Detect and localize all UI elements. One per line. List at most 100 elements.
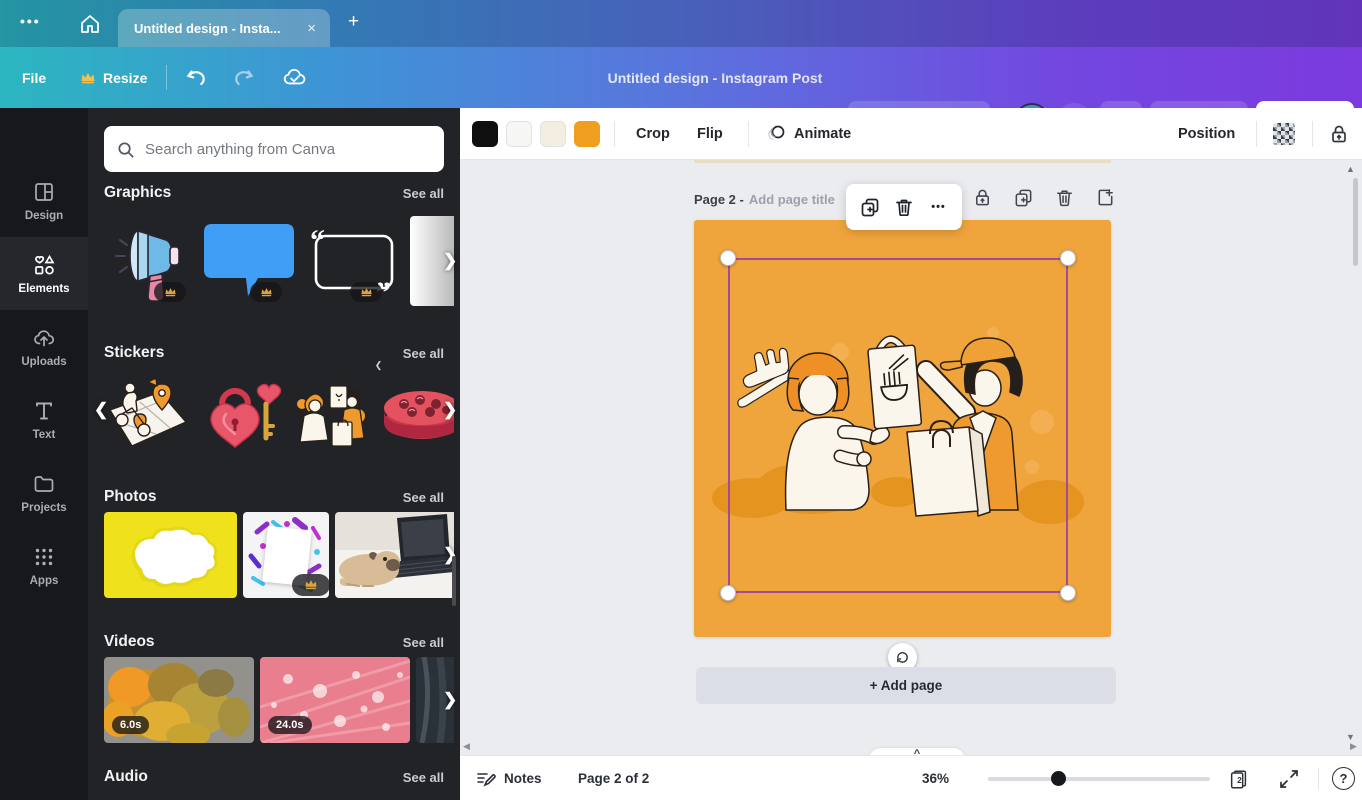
panel-collapse-handle[interactable]: ❮: [372, 336, 385, 394]
redo-icon[interactable]: [230, 65, 256, 91]
photo-torn-yellow-paper[interactable]: [104, 512, 237, 598]
graphic-speech-bubble[interactable]: [200, 216, 298, 306]
fullscreen-button[interactable]: [1278, 756, 1300, 800]
vscroll-thumb[interactable]: [1353, 178, 1358, 266]
section-title: Audio: [104, 768, 148, 785]
sidebar-label: Apps: [29, 574, 59, 587]
undo-icon[interactable]: [184, 65, 210, 91]
transparency-icon[interactable]: [1273, 123, 1295, 145]
pro-crown-badge: [250, 282, 282, 302]
vscroll-up-icon[interactable]: ▲: [1346, 164, 1355, 174]
sidebar-item-uploads[interactable]: Uploads: [0, 310, 88, 383]
flip-button[interactable]: Flip: [697, 108, 723, 160]
document-title[interactable]: Untitled design - Instagram Post: [520, 47, 910, 108]
selection-handle-nw[interactable]: [720, 250, 736, 266]
page-indicator: Page 2 of 2: [578, 771, 650, 786]
close-tab-icon[interactable]: ×: [305, 20, 318, 37]
grid-view-button[interactable]: 2: [1228, 756, 1250, 800]
notes-icon: [477, 772, 496, 787]
projects-icon: [34, 475, 54, 492]
videos-see-all[interactable]: See all: [403, 635, 444, 650]
videos-section-header: Videos See all: [104, 633, 444, 651]
add-page-icon[interactable]: [1095, 187, 1116, 208]
divider: [166, 65, 167, 90]
crop-button[interactable]: Crop: [636, 108, 670, 160]
photos-see-all[interactable]: See all: [403, 490, 444, 505]
divider: [1256, 121, 1257, 147]
notes-label: Notes: [504, 771, 542, 786]
lock-page-icon[interactable]: [972, 187, 993, 208]
file-menu[interactable]: File: [22, 47, 46, 108]
position-button[interactable]: Position: [1178, 108, 1235, 160]
more-menu-icon[interactable]: •••: [20, 13, 41, 29]
panel-scrollbar[interactable]: [452, 556, 456, 606]
browser-tab-strip: ••• Untitled design - Insta... × +: [0, 0, 1362, 47]
animate-button[interactable]: Animate: [766, 108, 851, 160]
notes-button[interactable]: Notes: [474, 756, 542, 800]
sidebar-item-apps[interactable]: Apps: [0, 529, 88, 602]
sidebar-label: Text: [32, 428, 56, 441]
document-tab[interactable]: Untitled design - Insta... ×: [118, 9, 330, 47]
divider: [1318, 768, 1319, 790]
sidebar-item-elements[interactable]: Elements: [0, 237, 88, 310]
sticker-heart-lock[interactable]: [196, 364, 284, 456]
stickers-scroll-left-icon[interactable]: ❮: [94, 400, 108, 420]
more-options-icon[interactable]: •••: [928, 196, 950, 218]
sidebar-label: Projects: [21, 501, 67, 514]
color-swatch-white[interactable]: [506, 121, 532, 147]
canvas-area[interactable]: Page 2 - Add page title ••• + Add page ◀…: [460, 160, 1362, 766]
audio-see-all[interactable]: See all: [403, 770, 444, 785]
menu-bar: File Resize Untitled design - Instagram …: [0, 47, 1362, 141]
search-input[interactable]: [145, 140, 432, 158]
videos-scroll-right-icon[interactable]: ❯: [443, 690, 457, 710]
color-swatch-cream[interactable]: [540, 121, 566, 147]
selection-handle-ne[interactable]: [1060, 250, 1076, 266]
help-button[interactable]: ?: [1332, 767, 1355, 790]
sidebar-item-projects[interactable]: Projects: [0, 456, 88, 529]
zoom-slider-thumb[interactable]: [1051, 771, 1066, 786]
sticker-scooter-map[interactable]: [104, 364, 192, 456]
page-actions: [972, 187, 1116, 208]
animate-icon: [768, 125, 785, 141]
color-swatch-black[interactable]: [472, 121, 498, 147]
zoom-slider[interactable]: [988, 777, 1210, 781]
hscroll-right-icon[interactable]: ▶: [1350, 741, 1357, 752]
crown-icon: [81, 72, 95, 83]
design-page[interactable]: [694, 220, 1111, 637]
add-page-button[interactable]: + Add page: [696, 667, 1116, 704]
selection-handle-se[interactable]: [1060, 585, 1076, 601]
svg-text:“: “: [310, 224, 325, 257]
new-tab-icon[interactable]: +: [348, 11, 359, 33]
stickers-section-header: Stickers See all: [104, 344, 444, 362]
duplicate-icon[interactable]: [859, 196, 881, 218]
status-bar: Notes Page 2 of 2 36% 2 ?: [460, 755, 1362, 800]
search-icon: [118, 141, 134, 157]
selection-handle-sw[interactable]: [720, 585, 736, 601]
sidebar-corner: [0, 108, 88, 160]
graphics-scroll-right-icon[interactable]: ❯: [443, 251, 457, 271]
vscroll-down-icon[interactable]: ▼: [1346, 732, 1355, 742]
page-number-label: Page 2 -: [694, 191, 744, 207]
color-swatch-orange[interactable]: [574, 121, 600, 147]
duplicate-page-icon[interactable]: [1013, 187, 1034, 208]
sidebar: Design Elements Uploads Text Projects Ap…: [0, 160, 88, 800]
delete-page-icon[interactable]: [1054, 187, 1075, 208]
stickers-scroll-right-icon[interactable]: ❯: [443, 400, 457, 420]
page1-bottom-edge: [694, 160, 1111, 163]
lock-icon[interactable]: [1328, 123, 1350, 145]
photo-pug-laptop[interactable]: [335, 512, 454, 598]
sidebar-item-text[interactable]: Text: [0, 383, 88, 456]
resize-button[interactable]: Resize: [80, 47, 147, 108]
page-title-input[interactable]: Add page title: [749, 192, 835, 207]
hscroll-left-icon[interactable]: ◀: [463, 741, 470, 752]
delete-icon[interactable]: [893, 196, 915, 218]
resize-label: Resize: [103, 69, 148, 86]
graphics-see-all[interactable]: See all: [403, 186, 444, 201]
stickers-see-all[interactable]: See all: [403, 346, 444, 361]
audio-section-header: Audio See all: [104, 768, 444, 786]
section-title: Stickers: [104, 344, 165, 361]
home-icon[interactable]: [78, 12, 102, 36]
sticker-people-shopping[interactable]: [288, 364, 376, 456]
search-box[interactable]: [104, 126, 444, 172]
sidebar-item-design[interactable]: Design: [0, 164, 88, 237]
